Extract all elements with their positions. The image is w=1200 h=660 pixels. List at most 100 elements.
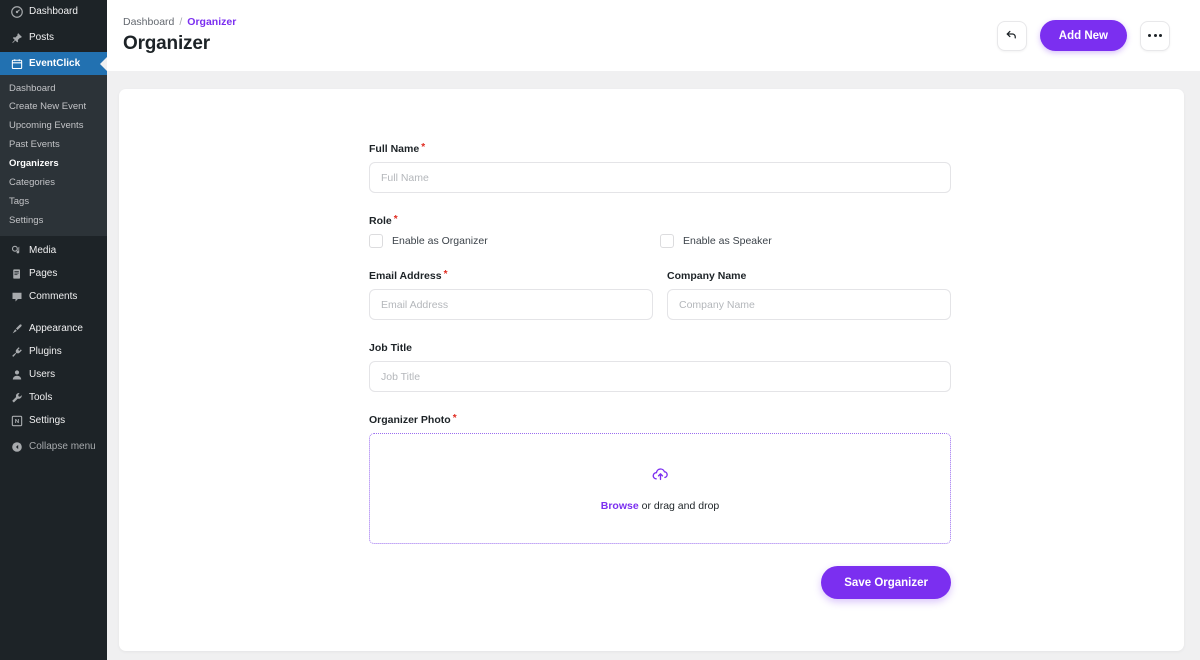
sidebar-item-label: Pages [29, 269, 57, 279]
label-text: Organizer Photo [369, 414, 451, 426]
photo-dropzone[interactable]: Browse or drag and drop [369, 433, 951, 544]
eventclick-submenu: Dashboard Create New Event Upcoming Even… [0, 75, 107, 236]
cloud-upload-icon [651, 465, 670, 489]
sidebar-item-label: Posts [29, 33, 54, 43]
plug-icon [9, 346, 24, 358]
settings-icon [9, 415, 24, 427]
add-new-button[interactable]: Add New [1040, 20, 1127, 51]
submenu-item-upcoming-events[interactable]: Upcoming Events [0, 117, 107, 136]
full-name-label: Full Name * [369, 143, 425, 155]
label-text: Full Name [369, 143, 419, 155]
label-text: Job Title [369, 342, 412, 354]
pages-icon [9, 268, 24, 280]
field-company-name: Company Name [667, 266, 951, 320]
sidebar-item-label: Appearance [29, 324, 83, 334]
breadcrumb-organizer[interactable]: Organizer [187, 16, 236, 28]
email-input[interactable] [369, 289, 653, 320]
submenu-item-past-events[interactable]: Past Events [0, 136, 107, 155]
main-region: Dashboard / Organizer Organizer Add New [107, 0, 1200, 660]
organizer-form: Full Name * Role * Ena [369, 139, 951, 599]
sidebar-item-plugins[interactable]: Plugins [0, 340, 107, 363]
checkbox-enable-as-organizer[interactable]: Enable as Organizer [369, 234, 660, 248]
role-label: Role * [369, 215, 398, 227]
sidebar-item-tools[interactable]: Tools [0, 386, 107, 409]
sidebar-item-label: Dashboard [29, 7, 78, 17]
sidebar-item-comments[interactable]: Comments [0, 285, 107, 308]
field-job-title: Job Title [369, 338, 951, 392]
sidebar-item-users[interactable]: Users [0, 363, 107, 386]
label-text: Role [369, 215, 392, 227]
brush-icon [9, 323, 24, 335]
breadcrumb-separator: / [179, 16, 182, 28]
sidebar-item-label: Collapse menu [29, 442, 96, 452]
sidebar-item-media[interactable]: Media [0, 239, 107, 262]
page-title: Organizer [123, 33, 236, 55]
label-text: Email Address [369, 270, 442, 282]
submenu-item-dashboard[interactable]: Dashboard [0, 79, 107, 98]
collapse-icon [9, 441, 24, 453]
sidebar-item-eventclick[interactable]: EventClick [0, 52, 107, 75]
field-email-address: Email Address * [369, 266, 653, 320]
field-role: Role * Enable as Organizer Enable as Spe… [369, 211, 951, 248]
dropzone-text: Browse or drag and drop [601, 500, 720, 512]
admin-app: Dashboard Posts EventClick Dashboard Cre… [0, 0, 1200, 660]
sidebar-item-label: Plugins [29, 347, 62, 357]
sidebar-item-settings[interactable]: Settings [0, 409, 107, 432]
submenu-item-settings[interactable]: Settings [0, 211, 107, 230]
sidebar-item-label: Users [29, 370, 55, 380]
sidebar-item-pages[interactable]: Pages [0, 262, 107, 285]
role-checkbox-group: Enable as Organizer Enable as Speaker [369, 234, 951, 248]
submenu-item-create-new-event[interactable]: Create New Event [0, 98, 107, 117]
header-actions: Add New [997, 20, 1170, 51]
media-icon [9, 245, 24, 257]
browse-link[interactable]: Browse [601, 500, 639, 512]
breadcrumb-dashboard[interactable]: Dashboard [123, 16, 174, 28]
required-marker: * [421, 143, 425, 153]
save-organizer-button[interactable]: Save Organizer [821, 566, 951, 599]
email-label: Email Address * [369, 270, 447, 282]
checkbox-label: Enable as Speaker [683, 235, 772, 247]
breadcrumb: Dashboard / Organizer [123, 16, 236, 28]
sidebar-item-label: Tools [29, 393, 52, 403]
sidebar-item-label: Media [29, 246, 56, 256]
form-actions: Save Organizer [369, 566, 951, 599]
required-marker: * [453, 414, 457, 424]
pin-icon [9, 32, 24, 44]
more-options-button[interactable] [1140, 21, 1170, 51]
dashboard-icon [9, 6, 24, 18]
calendar-icon [9, 58, 24, 70]
content-area: Full Name * Role * Ena [107, 71, 1200, 660]
sidebar-item-dashboard[interactable]: Dashboard [0, 0, 107, 23]
wrench-icon [9, 392, 24, 404]
page-header: Dashboard / Organizer Organizer Add New [107, 0, 1200, 71]
submenu-item-categories[interactable]: Categories [0, 173, 107, 192]
field-full-name: Full Name * [369, 139, 951, 193]
organizer-photo-label: Organizer Photo * [369, 414, 457, 426]
company-input[interactable] [667, 289, 951, 320]
ellipsis-icon [1148, 34, 1162, 37]
sidebar-item-label: EventClick [29, 59, 80, 69]
checkbox-box[interactable] [660, 234, 674, 248]
sidebar-item-appearance[interactable]: Appearance [0, 317, 107, 340]
required-marker: * [444, 270, 448, 280]
submenu-item-tags[interactable]: Tags [0, 192, 107, 211]
sidebar-item-posts[interactable]: Posts [0, 26, 107, 49]
checkbox-box[interactable] [369, 234, 383, 248]
checkbox-label: Enable as Organizer [392, 235, 488, 247]
company-label: Company Name [667, 270, 746, 282]
sidebar-item-collapse-menu[interactable]: Collapse menu [0, 435, 107, 458]
job-title-input[interactable] [369, 361, 951, 392]
comments-icon [9, 291, 24, 303]
header-left: Dashboard / Organizer Organizer [123, 16, 236, 55]
admin-sidebar: Dashboard Posts EventClick Dashboard Cre… [0, 0, 107, 660]
back-button[interactable] [997, 21, 1027, 51]
submenu-item-organizers[interactable]: Organizers [0, 155, 107, 174]
email-company-row: Email Address * Company Name [369, 266, 951, 338]
field-organizer-photo: Organizer Photo * Browse or drag and dro… [369, 410, 951, 544]
drag-drop-text: or drag and drop [639, 500, 720, 512]
full-name-input[interactable] [369, 162, 951, 193]
required-marker: * [394, 215, 398, 225]
users-icon [9, 369, 24, 381]
sidebar-item-label: Settings [29, 416, 65, 426]
checkbox-enable-as-speaker[interactable]: Enable as Speaker [660, 234, 951, 248]
